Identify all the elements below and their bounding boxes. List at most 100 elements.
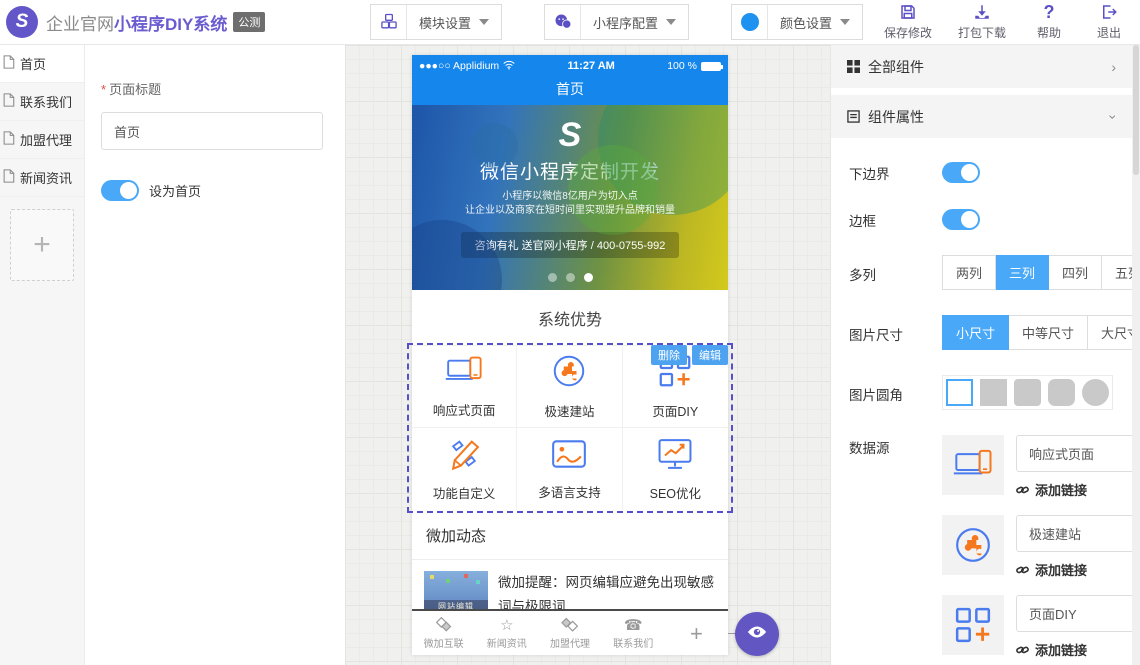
tab-agency[interactable]: 加盟代理 (538, 611, 601, 655)
document-icon (2, 55, 15, 72)
document-icon (2, 131, 15, 148)
image-size-segment: 小尺寸 中等尺寸 大尺寸 (942, 315, 1132, 350)
add-link-button[interactable]: 添加链接 (1016, 640, 1132, 659)
radius-option-3[interactable] (1048, 379, 1075, 406)
page-item-home[interactable]: 首页 (0, 45, 84, 83)
prop-bottom-border: 下边界 (849, 161, 1114, 183)
tab-weijia[interactable]: 微加互联 (412, 611, 475, 655)
download-icon (973, 3, 991, 21)
columns-option-3-selected[interactable]: 三列 (996, 255, 1049, 290)
carousel-dot-active[interactable] (584, 273, 593, 282)
page-item-news[interactable]: 新闻资讯 (0, 159, 84, 197)
datasource-list: 添加链接 (942, 435, 1132, 665)
banner-slide[interactable]: S 微信小程序定制开发 小程序以微信8亿用户为切入点 让企业以及商家在短时间里实… (412, 105, 728, 290)
columns-option-2[interactable]: 两列 (942, 255, 996, 290)
tab-add-component[interactable]: + (665, 611, 728, 655)
tags-icon (561, 617, 579, 634)
battery-icon (701, 62, 721, 71)
document-icon (2, 169, 15, 186)
advantage-cell-custom[interactable]: 功能自定义 (412, 428, 517, 510)
save-button[interactable]: 保存修改 (884, 3, 932, 41)
image-size-small-selected[interactable]: 小尺寸 (942, 315, 1009, 350)
save-icon (899, 3, 917, 21)
document-icon (2, 93, 15, 110)
color-settings-label: 颜色设置 (780, 13, 832, 32)
phone-tabbar: 微加互联 ☆ 新闻资讯 加盟代理 ☎ (412, 609, 728, 655)
datasource-title-input[interactable] (1016, 595, 1132, 632)
columns-option-4[interactable]: 四列 (1049, 255, 1102, 290)
image-radius-label: 图片圆角 (849, 382, 942, 404)
advantage-cell-fast-build[interactable]: 极速建站 (517, 346, 622, 428)
page-diy-icon (942, 595, 1004, 655)
radius-option-0-selected[interactable] (946, 379, 973, 406)
vertical-scrollbar[interactable] (1132, 45, 1140, 665)
page-item-label: 加盟代理 (20, 130, 72, 149)
all-components-header[interactable]: 全部组件 › (831, 45, 1132, 88)
advantage-cell-responsive[interactable]: 响应式页面 (412, 346, 517, 428)
add-page-button[interactable]: + (10, 209, 74, 281)
radius-option-1[interactable] (980, 379, 1007, 406)
exit-icon (1100, 3, 1118, 21)
image-size-large[interactable]: 大尺寸 (1088, 315, 1132, 350)
datasource-title-input[interactable] (1016, 515, 1132, 552)
tab-contact[interactable]: ☎ 联系我们 (602, 611, 665, 655)
download-button[interactable]: 打包下载 (958, 3, 1006, 41)
datasource-item-fast-build: 添加链接 (942, 515, 1132, 579)
eye-icon (746, 624, 768, 645)
datasource-item-responsive: 添加链接 (942, 435, 1132, 499)
news-thumbnail: 网站编辑 (424, 571, 488, 613)
responsive-icon (445, 354, 483, 393)
exit-button[interactable]: 退出 (1092, 3, 1126, 41)
advantages-section-title: 系统优势 (412, 290, 728, 345)
exit-label: 退出 (1097, 24, 1121, 41)
module-settings-menu[interactable]: 模块设置 (370, 4, 502, 40)
header-menus: 模块设置 小程序配置 颜色设置 (370, 4, 863, 40)
all-components-label: 全部组件 (868, 57, 924, 77)
plus-icon: + (33, 228, 51, 262)
advantage-cell-seo[interactable]: SEO优化 (623, 428, 728, 510)
set-home-toggle[interactable] (101, 180, 139, 201)
carrier-text: ●●●○○ Applidium (419, 60, 499, 72)
page-item-label: 新闻资讯 (20, 168, 72, 187)
module-settings-label: 模块设置 (419, 13, 471, 32)
scrollbar-thumb[interactable] (1133, 45, 1139, 175)
miniprogram-config-menu[interactable]: 小程序配置 (544, 4, 689, 40)
component-props-header[interactable]: 组件属性 › (831, 95, 1132, 138)
wifi-icon (503, 60, 515, 73)
radius-option-4[interactable] (1082, 379, 1109, 406)
radius-option-2[interactable] (1014, 379, 1041, 406)
image-size-label: 图片尺寸 (849, 322, 942, 344)
image-radius-group (942, 375, 1113, 410)
carousel-dot[interactable] (548, 273, 557, 282)
miniprogram-config-label: 小程序配置 (593, 13, 658, 32)
bottom-border-toggle[interactable] (942, 162, 980, 183)
phone-icon: ☎ (624, 617, 643, 634)
add-link-button[interactable]: 添加链接 (1016, 560, 1132, 579)
image-size-medium[interactable]: 中等尺寸 (1009, 315, 1088, 350)
datasource-label: 数据源 (849, 435, 942, 457)
brand-logo-icon: S (6, 6, 38, 38)
carousel-dot[interactable] (566, 273, 575, 282)
page-item-agency[interactable]: 加盟代理 (0, 121, 84, 159)
advantage-cell-multilang[interactable]: 多语言支持 (517, 428, 622, 510)
columns-option-5[interactable]: 五列 (1102, 255, 1132, 290)
prop-image-radius: 图片圆角 (849, 375, 1114, 410)
datasource-title-input[interactable] (1016, 435, 1132, 472)
component-props-label: 组件属性 (868, 107, 924, 127)
tab-news[interactable]: ☆ 新闻资讯 (475, 611, 538, 655)
top-header: S 企业官网小程序DIY系统 公测 模块设置 (0, 0, 1140, 45)
page-item-contact[interactable]: 联系我们 (0, 83, 84, 121)
caret-down-icon (666, 19, 676, 25)
page-title-input[interactable] (101, 112, 323, 150)
edit-component-button[interactable]: 编辑 (692, 345, 728, 365)
color-settings-menu[interactable]: 颜色设置 (731, 4, 863, 40)
prop-image-size: 图片尺寸 小尺寸 中等尺寸 大尺寸 (849, 315, 1114, 350)
add-link-button[interactable]: 添加链接 (1016, 480, 1132, 499)
preview-button[interactable] (735, 612, 779, 656)
carousel-dots (412, 273, 728, 282)
delete-component-button[interactable]: 删除 (651, 345, 687, 365)
border-toggle[interactable] (942, 209, 980, 230)
columns-segment: 两列 三列 四列 五列 (942, 255, 1132, 290)
help-button[interactable]: ? 帮助 (1032, 3, 1066, 41)
app-root: S 企业官网小程序DIY系统 公测 模块设置 (0, 0, 1140, 665)
